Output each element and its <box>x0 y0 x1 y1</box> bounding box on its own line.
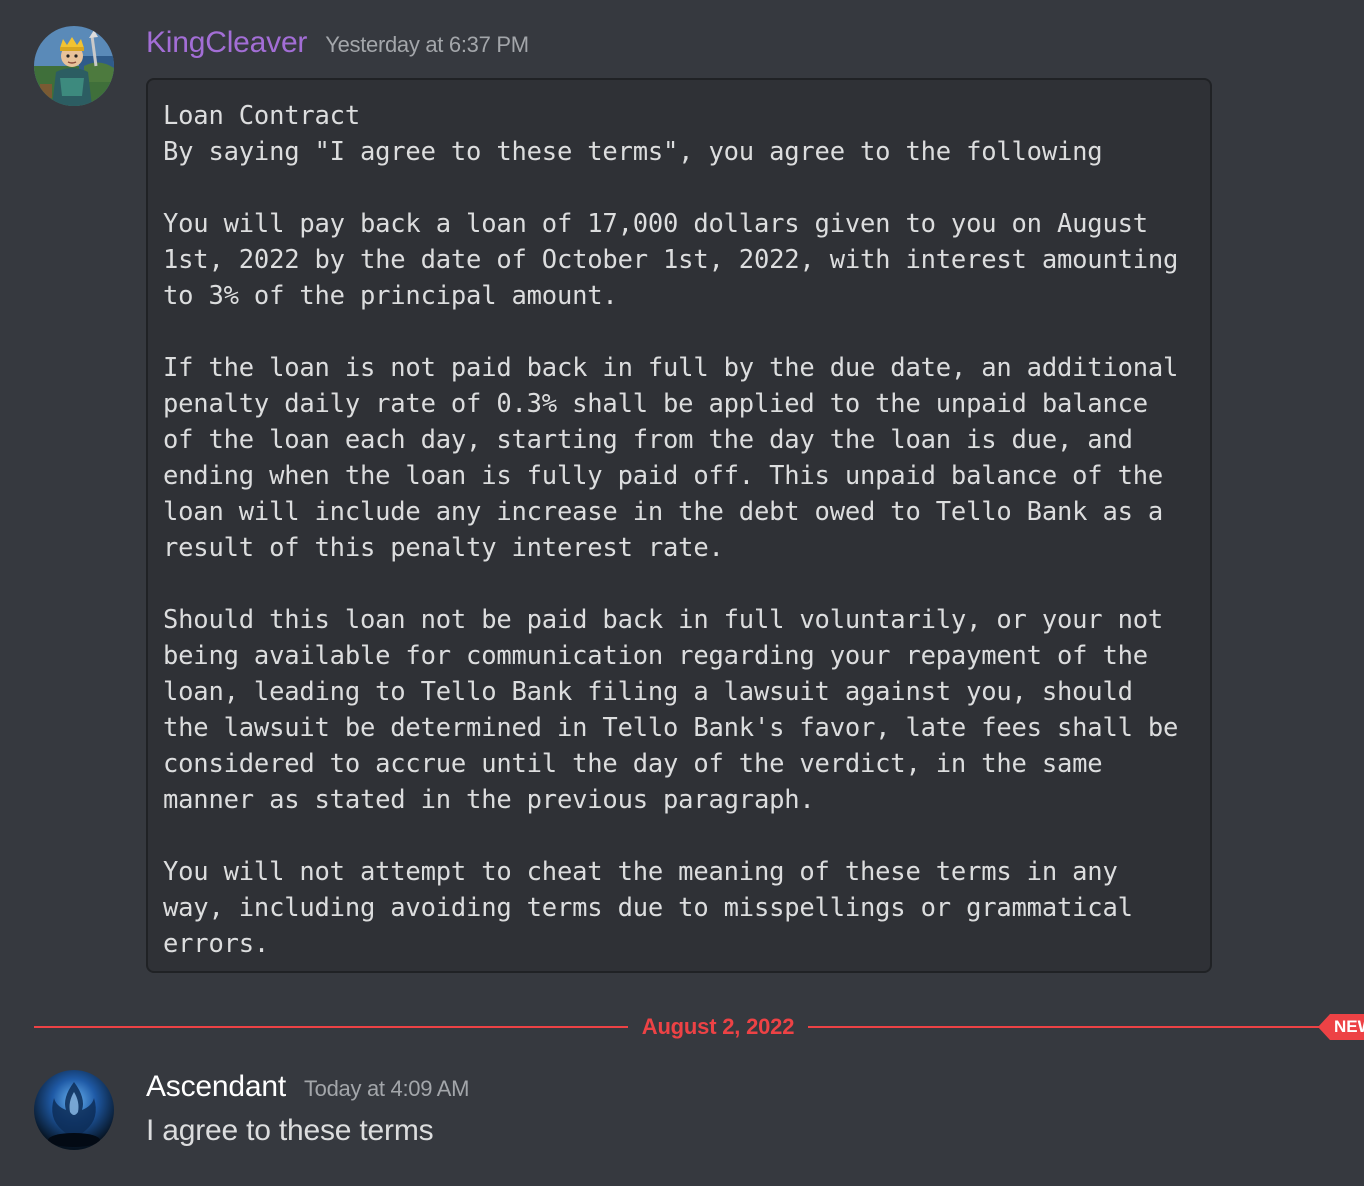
user-avatar[interactable] <box>34 26 114 106</box>
blue-flame-emblem-avatar-icon <box>34 1070 114 1150</box>
new-badge-label: NEW <box>1330 1014 1364 1040</box>
divider-date-label: August 2, 2022 <box>634 1012 802 1042</box>
message-ascendant: Ascendant Today at 4:09 AM I agree to th… <box>0 1060 1364 1186</box>
timestamp: Yesterday at 6:37 PM <box>325 32 529 57</box>
username[interactable]: Ascendant <box>146 1070 286 1104</box>
badge-arrow <box>1318 1014 1330 1040</box>
new-messages-badge: NEW <box>1318 1014 1364 1040</box>
code-block: Loan Contract By saying "I agree to thes… <box>146 78 1212 973</box>
message-text: I agree to these terms <box>146 1114 434 1147</box>
code-block-text: Loan Contract By saying "I agree to thes… <box>163 101 1179 959</box>
user-avatar[interactable] <box>34 1070 114 1150</box>
date-divider: August 2, 2022 NEW <box>34 1012 1364 1042</box>
divider-line-right <box>808 1026 1328 1028</box>
divider-line-left <box>34 1026 628 1028</box>
message-kingcleaver: KingCleaver Yesterday at 6:37 PM Loan Co… <box>0 0 1364 990</box>
message-header: Ascendant Today at 4:09 AM <box>146 1070 469 1104</box>
timestamp: Today at 4:09 AM <box>303 1076 470 1101</box>
knight-character-avatar-icon <box>34 26 114 106</box>
username[interactable]: KingCleaver <box>146 26 307 60</box>
message-header: KingCleaver Yesterday at 6:37 PM <box>146 26 529 60</box>
